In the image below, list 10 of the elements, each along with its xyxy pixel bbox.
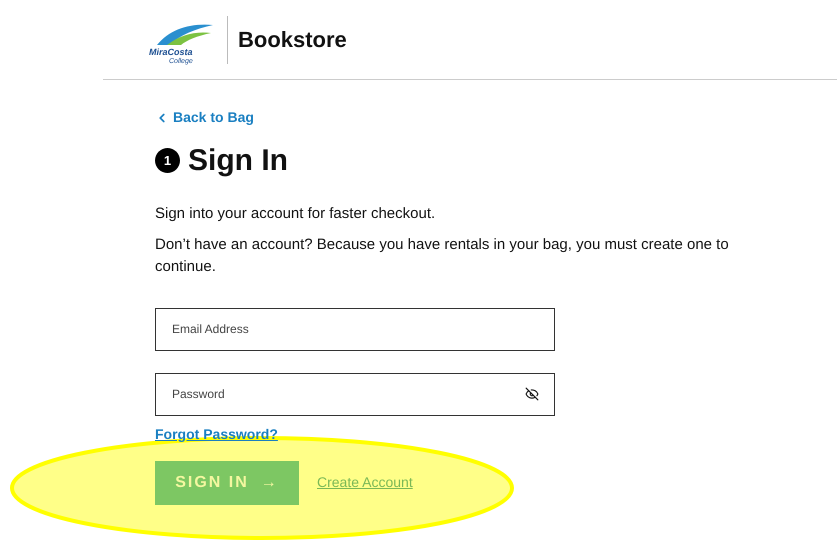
page-heading: Sign In — [188, 143, 288, 179]
step-number: 1 — [155, 148, 180, 173]
password-field[interactable]: Password — [155, 372, 555, 416]
intro-text: Sign into your account for faster checkout. — [155, 204, 436, 224]
back-link[interactable]: Back to Bag — [155, 107, 254, 128]
email-field[interactable]: Email Address — [155, 308, 555, 350]
create-account-link[interactable]: Create Account — [317, 472, 413, 493]
hide-password-icon[interactable] — [525, 386, 539, 400]
notice-text: Don’t have an account? Because you have rentals in your bag, you must create one to continue. — [155, 234, 730, 276]
store-title: Bookstore — [238, 26, 347, 54]
